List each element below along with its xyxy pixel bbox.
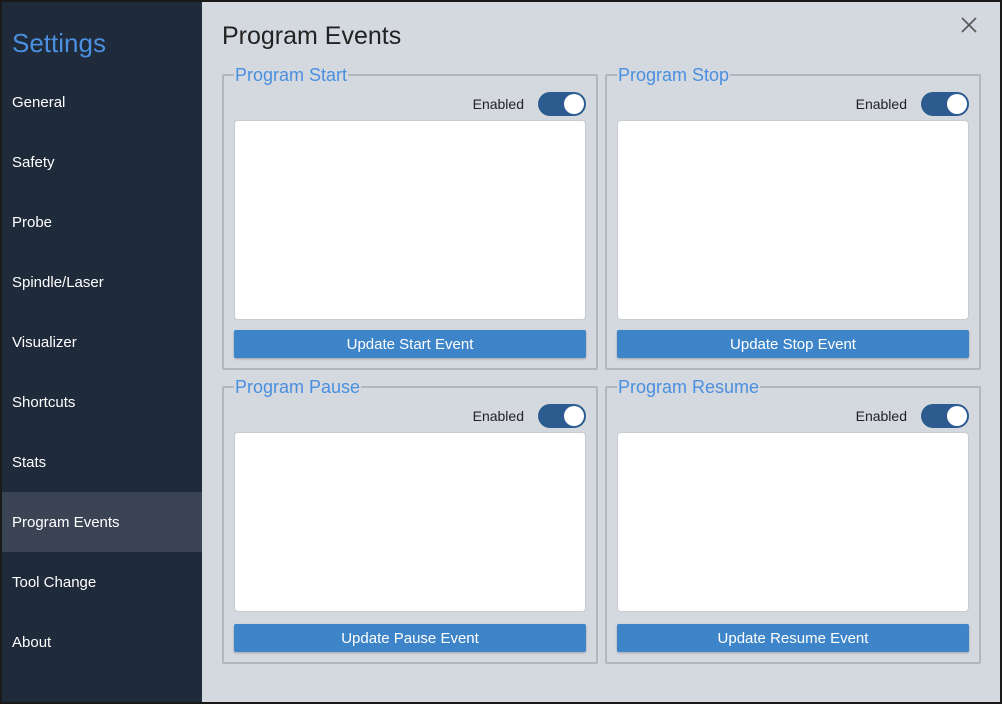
resume-event-textarea[interactable] [617, 432, 969, 612]
panel-program-start: Program Start Enabled Update Start Event [222, 64, 598, 370]
panel-program-stop: Program Stop Enabled Update Stop Event [605, 64, 981, 370]
enabled-row: Enabled [473, 404, 586, 428]
update-pause-event-button[interactable]: Update Pause Event [234, 624, 586, 652]
main-content: Program Events Program Start Enabled Upd… [202, 2, 1000, 702]
sidebar-item-general[interactable]: General [2, 72, 202, 132]
sidebar-item-spindle-laser[interactable]: Spindle/Laser [2, 252, 202, 312]
sidebar-item-probe[interactable]: Probe [2, 192, 202, 252]
enabled-row: Enabled [856, 404, 969, 428]
toggle-knob [564, 406, 584, 426]
stop-event-textarea[interactable] [617, 120, 969, 320]
sidebar-item-safety[interactable]: Safety [2, 132, 202, 192]
close-button[interactable] [958, 14, 980, 36]
sidebar-item-about[interactable]: About [2, 612, 202, 672]
stop-enabled-toggle[interactable] [921, 92, 969, 116]
resume-enabled-toggle[interactable] [921, 404, 969, 428]
update-start-event-button[interactable]: Update Start Event [234, 330, 586, 358]
page-title: Program Events [222, 22, 402, 50]
sidebar-item-visualizer[interactable]: Visualizer [2, 312, 202, 372]
pause-enabled-toggle[interactable] [538, 404, 586, 428]
panel-title: Program Stop [617, 64, 731, 86]
update-resume-event-button[interactable]: Update Resume Event [617, 624, 969, 652]
settings-window: Settings General Safety Probe Spindle/La… [0, 0, 1002, 704]
enabled-label: Enabled [472, 408, 524, 424]
close-icon [961, 17, 977, 33]
panel-title: Program Resume [617, 376, 761, 398]
toggle-knob [947, 94, 967, 114]
start-event-textarea[interactable] [234, 120, 586, 320]
update-stop-event-button[interactable]: Update Stop Event [617, 330, 969, 358]
start-enabled-toggle[interactable] [538, 92, 586, 116]
toggle-knob [947, 406, 967, 426]
enabled-label: Enabled [855, 96, 907, 112]
pause-event-textarea[interactable] [234, 432, 586, 612]
panel-title: Program Pause [234, 376, 362, 398]
sidebar-title: Settings [12, 28, 106, 58]
enabled-row: Enabled [856, 92, 969, 116]
panel-program-resume: Program Resume Enabled Update Resume Eve… [605, 376, 981, 664]
enabled-label: Enabled [472, 96, 524, 112]
panel-program-pause: Program Pause Enabled Update Pause Event [222, 376, 598, 664]
sidebar: Settings General Safety Probe Spindle/La… [2, 2, 202, 702]
toggle-knob [564, 94, 584, 114]
sidebar-item-tool-change[interactable]: Tool Change [2, 552, 202, 612]
sidebar-item-program-events[interactable]: Program Events [2, 492, 202, 552]
enabled-label: Enabled [855, 408, 907, 424]
panel-title: Program Start [234, 64, 349, 86]
sidebar-item-stats[interactable]: Stats [2, 432, 202, 492]
enabled-row: Enabled [473, 92, 586, 116]
sidebar-item-shortcuts[interactable]: Shortcuts [2, 372, 202, 432]
